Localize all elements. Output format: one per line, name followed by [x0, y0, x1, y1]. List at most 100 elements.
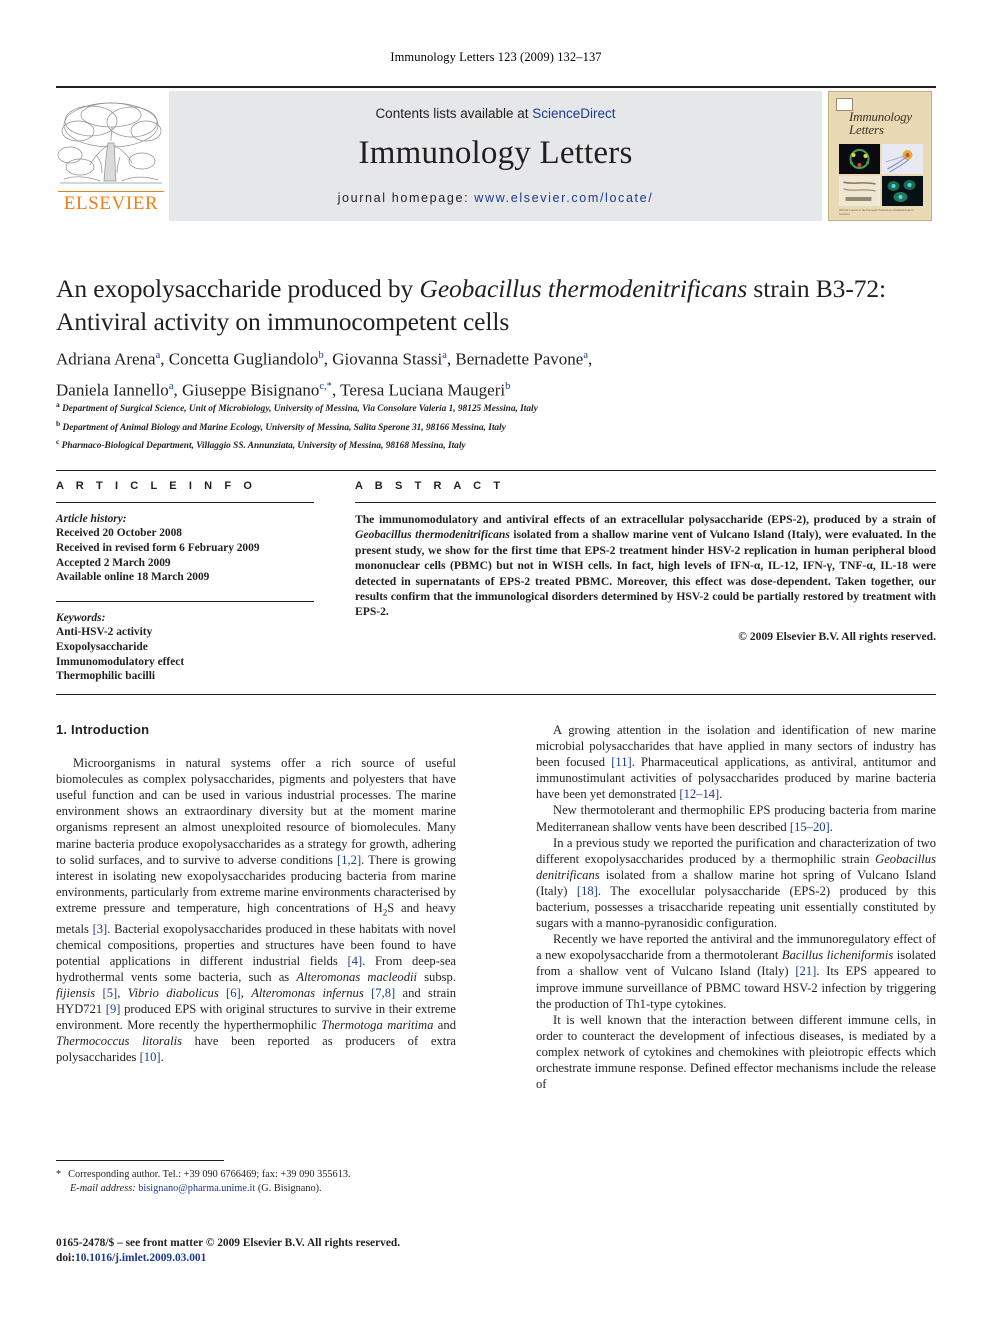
- author-separator: ,: [588, 349, 593, 369]
- author-name[interactable]: Concetta Gugliandolo: [169, 350, 319, 369]
- abstract-part-2: isolated from a shallow marine vent of V…: [355, 528, 936, 619]
- article-title-part-2: strain B3-72:: [747, 274, 886, 303]
- journal-article-first-page: Immunology Letters 123 (2009) 132–137 EL…: [0, 0, 992, 1323]
- author-name[interactable]: Bernadette Pavone: [455, 350, 583, 369]
- author-name[interactable]: Giovanna Stassi: [332, 350, 442, 369]
- affiliation-text: Pharmaco-Biological Department, Villaggi…: [61, 441, 466, 452]
- affiliation-item: a Department of Surgical Science, Unit o…: [56, 398, 936, 417]
- cover-micrograph-2: [882, 144, 923, 174]
- author-separator: ,: [173, 380, 182, 400]
- corresponding-author-mark: c,*: [319, 380, 332, 392]
- email-owner: (G. Bisignano).: [257, 1182, 322, 1194]
- email-link[interactable]: bisignano@pharma.unime.it: [138, 1183, 255, 1194]
- affiliation-item: b Department of Animal Biology and Marin…: [56, 417, 936, 436]
- affiliation-mark: b: [56, 418, 61, 428]
- cover-journal-wordmark: Immunology Letters: [849, 109, 912, 137]
- citation-ref[interactable]: [15–20]: [790, 820, 830, 834]
- article-history-block: Article history: Received 20 October 200…: [56, 512, 314, 585]
- author-name[interactable]: Giuseppe Bisignano: [182, 380, 319, 399]
- article-history-item: Accepted 2 March 2009: [56, 556, 171, 569]
- intro-paragraph-right-3: In a previous study we reported the puri…: [536, 835, 936, 932]
- article-title: An exopolysaccharide produced by Geobaci…: [56, 272, 936, 338]
- author-name[interactable]: Teresa Luciana Maugeri: [340, 380, 505, 399]
- cover-micrograph-1: [839, 144, 880, 174]
- abstract-part-1: The immunomodulatory and antiviral effec…: [355, 512, 936, 526]
- citation-ref[interactable]: [4]: [347, 954, 362, 968]
- affiliation-text: Department of Animal Biology and Marine …: [62, 422, 506, 433]
- intro-left-text-6: subsp.: [417, 969, 456, 984]
- affiliation-mark: c: [56, 437, 60, 447]
- affiliation-mark: a: [56, 400, 60, 409]
- intro-right-text-4: New thermotolerant and thermophilic EPS …: [536, 803, 936, 834]
- article-history-item: Available online 18 March 2009: [56, 571, 210, 584]
- author-separator: ,: [323, 349, 333, 369]
- author-list: Adriana Arenaa, Concetta Gugliandolob, G…: [56, 342, 936, 403]
- doi-label: doi:: [56, 1252, 75, 1264]
- citation-ref[interactable]: [7,8]: [364, 986, 395, 1000]
- cover-image-grid: [839, 144, 923, 206]
- corresponding-author-footnote: * Corresponding author. Tel.: +39 090 676…: [56, 1168, 456, 1195]
- intro-left-text-13: .: [160, 1050, 164, 1065]
- corresponding-author-text: Corresponding author. Tel.: +39 090 6766…: [68, 1169, 351, 1180]
- journal-cover-thumbnail: Immunology Letters Official Journal of t…: [824, 91, 936, 221]
- citation-ref[interactable]: [1,2]: [337, 853, 361, 867]
- article-history-item: Received 20 October 2008: [56, 527, 183, 540]
- journal-homepage-label: journal homepage:: [337, 191, 475, 205]
- citation-ref[interactable]: [5]: [95, 986, 118, 1000]
- species-name: Alteromonas macleodii: [296, 969, 418, 984]
- doi-link[interactable]: 10.1016/j.imlet.2009.03.001: [75, 1252, 206, 1264]
- abstract-copyright: © 2009 Elsevier B.V. All rights reserved…: [738, 629, 936, 643]
- issn-copyright-line: 0165-2478/$ – see front matter © 2009 El…: [56, 1237, 401, 1249]
- cover-micrograph-3-art: [839, 176, 880, 206]
- intro-paragraph-right-4: Recently we have reported the antiviral …: [536, 931, 936, 1011]
- species-name: Bacillus licheniformis: [781, 948, 894, 963]
- keyword-item: Exopolysaccharide: [56, 640, 148, 653]
- abstract-column: A B S T R A C T The immunomodulatory and…: [355, 480, 936, 643]
- masthead-center-panel: Contents lists available at ScienceDirec…: [169, 91, 822, 221]
- affiliation-item: c Pharmaco-Biological Department, Villag…: [56, 435, 936, 454]
- abstract-divider: [355, 502, 936, 503]
- author-name[interactable]: Adriana Arena: [56, 350, 156, 369]
- intro-left-text-7: ,: [117, 985, 128, 1000]
- journal-masthead: ELSEVIER Contents lists available at Sci…: [56, 86, 936, 222]
- citation-ref[interactable]: [6]: [219, 986, 241, 1000]
- intro-paragraph-left: Microorganisms in natural systems offer …: [56, 755, 456, 1065]
- citation-ref[interactable]: [12–14]: [679, 787, 719, 801]
- citation-ref[interactable]: [21]: [795, 964, 816, 978]
- intro-left-text-11: and: [433, 1018, 456, 1033]
- citation-ref[interactable]: [10]: [140, 1050, 161, 1064]
- cover-micrograph-3: [839, 176, 880, 206]
- article-info-column: A R T I C L E I N F O Article history: R…: [56, 480, 314, 684]
- intro-paragraph-right-5: It is well known that the interaction be…: [536, 1012, 936, 1092]
- article-title-organism: Geobacillus thermodenitrificans: [419, 274, 748, 303]
- keyword-item: Immunomodulatory effect: [56, 655, 185, 668]
- intro-right-text-3: .: [719, 787, 723, 802]
- abstract-heading: A B S T R A C T: [355, 480, 505, 492]
- intro-left-text-8: ,: [240, 985, 252, 1000]
- email-line: E-mail address: bisignano@pharma.unime.i…: [56, 1182, 456, 1196]
- species-name: fijiensis: [56, 985, 96, 1000]
- citation-ref[interactable]: [9]: [106, 1002, 121, 1016]
- cover-micrograph-4-art: [887, 180, 916, 202]
- citation-ref[interactable]: [3]: [93, 922, 108, 936]
- footnote-star-mark: *: [56, 1169, 62, 1180]
- article-info-divider: [56, 502, 314, 503]
- abstract-organism: Geobacillus thermodenitrificans: [355, 528, 510, 542]
- author-name[interactable]: Daniela Iannello: [56, 380, 169, 399]
- elsevier-logo: ELSEVIER: [56, 91, 166, 221]
- author-separator: ,: [160, 349, 169, 369]
- citation-ref[interactable]: [11]: [611, 755, 632, 769]
- affiliation-list: a Department of Surgical Science, Unit o…: [56, 398, 936, 454]
- body-column-right: A growing attention in the isolation and…: [536, 722, 936, 1092]
- doi-line: doi:10.1016/j.imlet.2009.03.001: [56, 1251, 506, 1266]
- cover-artwork: Immunology Letters Official Journal of t…: [828, 91, 932, 221]
- cover-micrograph-4: [882, 176, 923, 206]
- citation-ref[interactable]: [18]: [577, 884, 598, 898]
- section-heading-introduction: 1. Introduction: [56, 722, 150, 737]
- article-title-part-1: An exopolysaccharide produced by: [56, 274, 420, 303]
- cover-micrograph-1-art: [849, 149, 870, 169]
- sciencedirect-link[interactable]: ScienceDirect: [532, 106, 615, 121]
- journal-homepage-link[interactable]: www.elsevier.com/locate/: [474, 191, 653, 205]
- article-subtitle: Antiviral activity on immunocompetent ce…: [56, 307, 510, 336]
